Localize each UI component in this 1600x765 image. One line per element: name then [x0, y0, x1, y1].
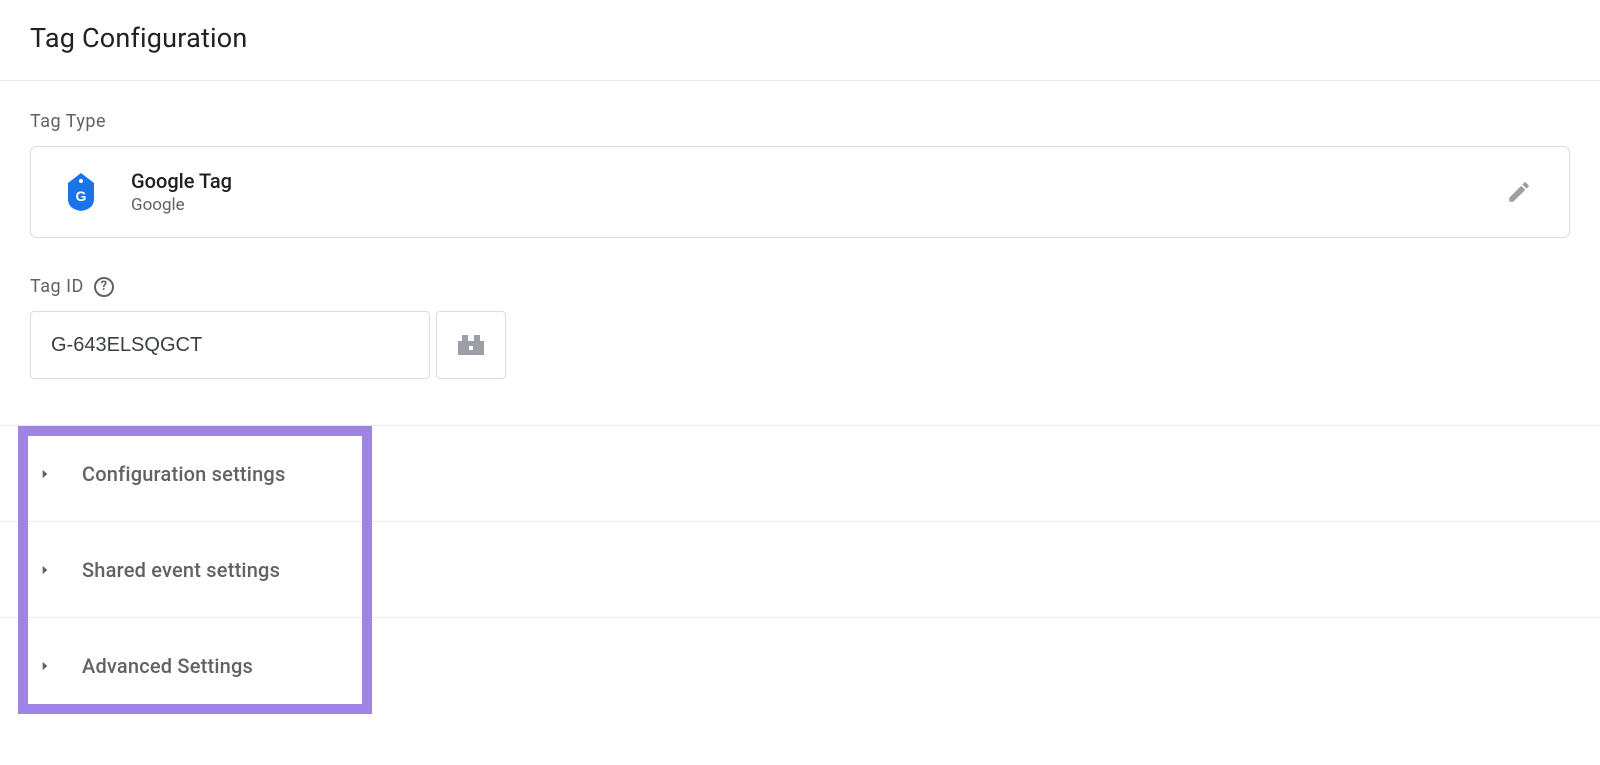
- tag-id-row: [30, 311, 1570, 379]
- accordion-label: Advanced Settings: [82, 654, 253, 678]
- tag-type-label-row: Tag Type: [30, 111, 1570, 132]
- svg-text:G: G: [76, 188, 87, 204]
- tag-type-label: Tag Type: [30, 111, 106, 132]
- tag-id-label: Tag ID: [30, 276, 84, 297]
- accordion-label: Configuration settings: [82, 462, 285, 486]
- accordion-advanced-settings[interactable]: Advanced Settings: [0, 618, 1600, 714]
- variable-brick-icon: [456, 333, 486, 357]
- tag-id-section: Tag ID ?: [0, 248, 1600, 379]
- header-bar: Tag Configuration: [0, 0, 1600, 81]
- accordion-panel: Configuration settings Shared event sett…: [0, 426, 1600, 714]
- tag-id-input[interactable]: [30, 311, 430, 379]
- tag-type-info: Google Tag Google: [131, 169, 1469, 215]
- tag-type-section: Tag Type G Google Tag Google: [0, 81, 1600, 238]
- accordion-label: Shared event settings: [82, 558, 280, 582]
- help-icon[interactable]: ?: [94, 277, 114, 297]
- chevron-right-icon: [38, 659, 52, 673]
- tag-type-vendor: Google: [131, 195, 1469, 215]
- edit-tag-type-button[interactable]: [1497, 170, 1541, 214]
- insert-variable-button[interactable]: [436, 311, 506, 379]
- accordion-shared-event-settings[interactable]: Shared event settings: [0, 522, 1600, 618]
- chevron-right-icon: [38, 467, 52, 481]
- tag-type-card[interactable]: G Google Tag Google: [30, 146, 1570, 238]
- accordion-configuration-settings[interactable]: Configuration settings: [0, 426, 1600, 522]
- pencil-icon: [1506, 179, 1532, 205]
- tag-type-name: Google Tag: [131, 169, 1469, 193]
- page-title: Tag Configuration: [30, 22, 1570, 54]
- google-tag-icon: G: [59, 171, 103, 213]
- chevron-right-icon: [38, 563, 52, 577]
- tag-id-label-row: Tag ID ?: [30, 276, 1570, 297]
